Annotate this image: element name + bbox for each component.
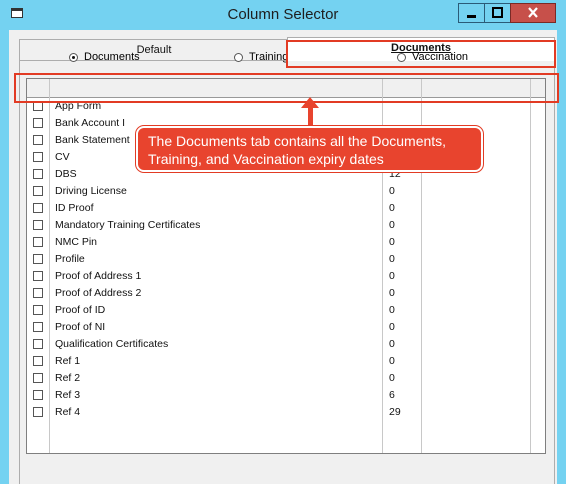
row-checkbox[interactable] bbox=[33, 152, 43, 162]
row-name: Proof of ID bbox=[55, 304, 106, 316]
arrow-shaft bbox=[308, 106, 313, 126]
row-name: Qualification Certificates bbox=[55, 338, 169, 350]
row-name: CV bbox=[55, 151, 70, 163]
row-name: ID Proof bbox=[55, 202, 94, 214]
row-count: 0 bbox=[389, 287, 395, 299]
column-selector-window: Column Selector Default Documents Docume… bbox=[0, 0, 566, 484]
table-row[interactable]: Mandatory Training Certificates 0 bbox=[27, 217, 545, 234]
row-checkbox[interactable] bbox=[33, 203, 43, 213]
row-checkbox[interactable] bbox=[33, 118, 43, 128]
row-checkbox[interactable] bbox=[33, 220, 43, 230]
row-name: Proof of NI bbox=[55, 321, 106, 333]
row-checkbox[interactable] bbox=[33, 407, 43, 417]
row-checkbox[interactable] bbox=[33, 373, 43, 383]
table-row[interactable]: Proof of Address 1 0 bbox=[27, 268, 545, 285]
row-name: Proof of Address 2 bbox=[55, 287, 142, 299]
row-name: Ref 2 bbox=[55, 372, 81, 384]
row-name: Bank Statement bbox=[55, 134, 130, 146]
radio-documents[interactable]: Documents bbox=[69, 51, 140, 63]
table-row[interactable]: Profile 0 bbox=[27, 251, 545, 268]
table-row[interactable]: Ref 1 0 bbox=[27, 353, 545, 370]
table-row[interactable]: Ref 3 6 bbox=[27, 387, 545, 404]
table-row[interactable]: Proof of NI 0 bbox=[27, 319, 545, 336]
row-count: 0 bbox=[389, 202, 395, 214]
row-name: Driving License bbox=[55, 185, 127, 197]
row-count: 0 bbox=[389, 321, 395, 333]
title-bar[interactable]: Column Selector bbox=[0, 0, 566, 30]
table-row[interactable]: Ref 2 0 bbox=[27, 370, 545, 387]
row-count: 0 bbox=[389, 355, 395, 367]
row-name: Ref 3 bbox=[55, 389, 81, 401]
annotation-callout: The Documents tab contains all the Docum… bbox=[136, 126, 483, 172]
radio-group-highlight bbox=[14, 73, 559, 103]
radio-training-label: Training bbox=[249, 51, 289, 63]
row-count: 6 bbox=[389, 389, 395, 401]
minimize-button[interactable] bbox=[458, 3, 485, 23]
table-row[interactable]: Proof of ID 0 bbox=[27, 302, 545, 319]
row-count: 0 bbox=[389, 185, 395, 197]
table-row[interactable]: Ref 4 29 bbox=[27, 404, 545, 421]
row-checkbox[interactable] bbox=[33, 169, 43, 179]
documents-tab-highlight bbox=[286, 40, 556, 68]
row-name: DBS bbox=[55, 168, 77, 180]
close-icon bbox=[528, 7, 538, 18]
radio-training[interactable]: Training bbox=[234, 51, 288, 63]
row-checkbox[interactable] bbox=[33, 356, 43, 366]
radio-documents-label: Documents bbox=[84, 51, 140, 63]
row-checkbox[interactable] bbox=[33, 305, 43, 315]
maximize-button[interactable] bbox=[484, 3, 511, 23]
minimize-icon bbox=[467, 15, 476, 18]
maximize-icon bbox=[492, 7, 503, 18]
row-count: 29 bbox=[389, 406, 401, 418]
table-row[interactable]: Qualification Certificates 0 bbox=[27, 336, 545, 353]
row-checkbox[interactable] bbox=[33, 339, 43, 349]
row-count: 0 bbox=[389, 338, 395, 350]
row-count: 0 bbox=[389, 219, 395, 231]
row-name: Mandatory Training Certificates bbox=[55, 219, 201, 231]
row-count: 0 bbox=[389, 270, 395, 282]
radio-checked-icon bbox=[69, 52, 78, 62]
row-checkbox[interactable] bbox=[33, 135, 43, 145]
table-row[interactable]: Proof of Address 2 0 bbox=[27, 285, 545, 302]
row-checkbox[interactable] bbox=[33, 237, 43, 247]
row-checkbox[interactable] bbox=[33, 288, 43, 298]
table-row[interactable]: NMC Pin 0 bbox=[27, 234, 545, 251]
row-name: Bank Account I bbox=[55, 117, 126, 129]
row-checkbox[interactable] bbox=[33, 390, 43, 400]
row-count: 0 bbox=[389, 236, 395, 248]
table-row[interactable]: Driving License 0 bbox=[27, 183, 545, 200]
row-checkbox[interactable] bbox=[33, 254, 43, 264]
row-name: Ref 1 bbox=[55, 355, 81, 367]
row-checkbox[interactable] bbox=[33, 271, 43, 281]
row-checkbox[interactable] bbox=[33, 322, 43, 332]
row-count: 0 bbox=[389, 304, 395, 316]
row-name: Ref 4 bbox=[55, 406, 81, 418]
radio-unchecked-icon bbox=[234, 52, 243, 62]
row-name: Proof of Address 1 bbox=[55, 270, 142, 282]
close-button[interactable] bbox=[510, 3, 556, 23]
row-count: 0 bbox=[389, 372, 395, 384]
row-name: NMC Pin bbox=[55, 236, 98, 248]
row-count: 0 bbox=[389, 253, 395, 265]
row-name: Profile bbox=[55, 253, 85, 265]
table-row[interactable]: ID Proof 0 bbox=[27, 200, 545, 217]
row-checkbox[interactable] bbox=[33, 186, 43, 196]
